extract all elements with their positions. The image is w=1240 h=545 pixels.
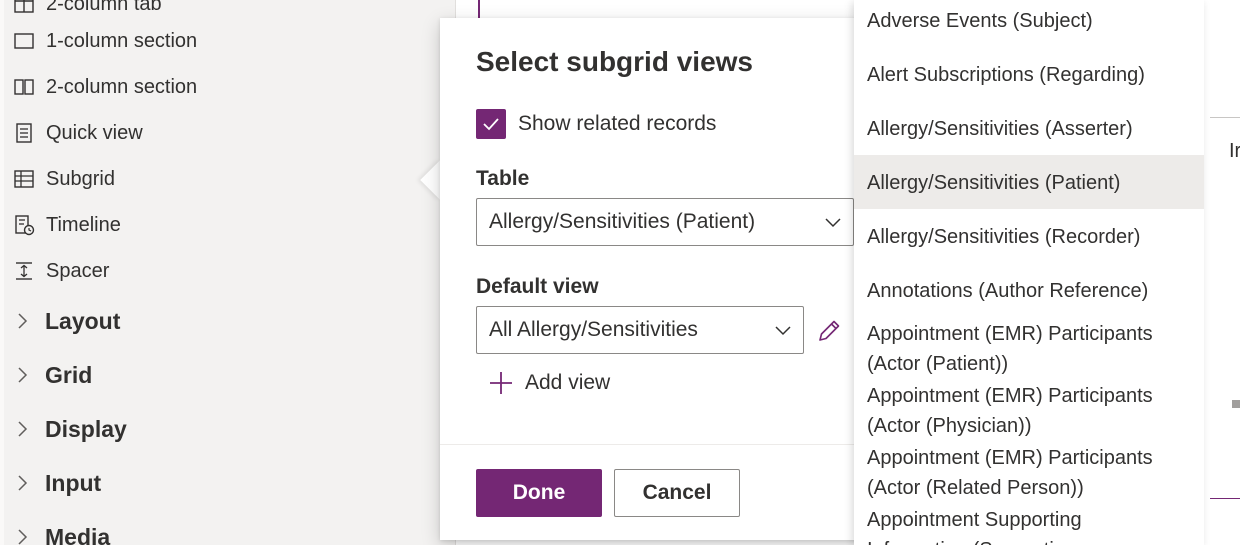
done-button[interactable]: Done	[476, 469, 602, 517]
default-view-value: All Allergy/Sensitivities	[489, 318, 698, 341]
option-label: Allergy/Sensitivities (Patient)	[867, 172, 1121, 194]
chevron-right-icon	[16, 473, 30, 493]
component-2-column-section[interactable]: 2-column section	[12, 73, 197, 101]
component-label: 2-column section	[46, 75, 198, 98]
component-label: Quick view	[46, 121, 143, 144]
table-dropdown-list: Adverse Events (Subject) Alert Subscript…	[854, 0, 1204, 545]
group-label: Layout	[45, 307, 121, 334]
group-layout[interactable]: Layout	[16, 305, 120, 337]
form-divider	[1210, 117, 1240, 118]
components-panel: 2-column tab 1-column section 2-column s…	[0, 0, 425, 545]
group-display[interactable]: Display	[16, 413, 127, 445]
component-1-column-section[interactable]: 1-column section	[12, 27, 197, 55]
clipped-form-text: Ir	[1229, 140, 1240, 162]
edit-pencil-icon[interactable]	[816, 318, 842, 344]
component-label: Spacer	[46, 259, 110, 282]
dropdown-option[interactable]: Adverse Events (Subject)	[854, 6, 1204, 36]
timeline-icon	[12, 214, 36, 236]
dropdown-option[interactable]: Annotations (Author Reference)	[854, 276, 1204, 306]
chevron-right-icon	[16, 527, 30, 545]
dropdown-option[interactable]: Alert Subscriptions (Regarding)	[854, 60, 1204, 90]
option-label: Appointment Supporting Information (Supp…	[867, 509, 1082, 545]
subgrid-views-dialog: Select subgrid views Show related record…	[440, 18, 870, 540]
cancel-button[interactable]: Cancel	[614, 469, 740, 517]
component-label: Subgrid	[46, 167, 115, 190]
option-label: Appointment (EMR) Participants (Actor (R…	[867, 447, 1153, 499]
group-label: Media	[45, 523, 111, 545]
chevron-right-icon	[16, 365, 30, 385]
group-grid[interactable]: Grid	[16, 359, 92, 391]
component-spacer[interactable]: Spacer	[12, 257, 109, 285]
show-related-checkbox[interactable]	[476, 109, 506, 139]
component-label: 1-column section	[46, 29, 198, 52]
component-label: 2-column tab	[46, 0, 162, 15]
checkmark-icon	[483, 118, 499, 131]
two-column-section-icon	[12, 76, 36, 98]
group-label: Grid	[45, 361, 93, 388]
chevron-right-icon	[16, 311, 30, 331]
group-label: Input	[45, 469, 102, 496]
option-label: Annotations (Author Reference)	[867, 280, 1149, 302]
dropdown-option[interactable]: Appointment Supporting Information (Supp…	[854, 505, 1184, 545]
group-label: Display	[45, 415, 127, 442]
dropdown-option[interactable]: Appointment (EMR) Participants (Actor (P…	[854, 319, 1184, 379]
quick-view-icon	[12, 122, 36, 144]
component-timeline[interactable]: Timeline	[12, 211, 121, 239]
chevron-down-icon	[775, 326, 791, 336]
form-field-underline	[1210, 498, 1240, 499]
chevron-down-icon	[825, 218, 841, 228]
dropdown-option[interactable]: Appointment (EMR) Participants (Actor (R…	[854, 443, 1184, 503]
option-label: Allergy/Sensitivities (Recorder)	[867, 226, 1141, 248]
default-view-label: Default view	[476, 275, 599, 298]
subgrid-icon	[12, 168, 36, 190]
selected-section-marker	[478, 0, 480, 18]
default-view-select[interactable]: All Allergy/Sensitivities	[476, 306, 804, 354]
option-label: Alert Subscriptions (Regarding)	[867, 64, 1145, 86]
group-input[interactable]: Input	[16, 467, 101, 499]
scrollbar-thumb[interactable]	[1232, 400, 1240, 408]
dialog-footer-divider	[440, 444, 870, 445]
option-label: Appointment (EMR) Participants (Actor (P…	[867, 385, 1153, 437]
option-label: Adverse Events (Subject)	[867, 10, 1093, 32]
add-view-label: Add view	[525, 371, 611, 394]
table-select[interactable]: Allergy/Sensitivities (Patient)	[476, 198, 854, 246]
dropdown-option[interactable]: Allergy/Sensitivities (Asserter)	[854, 114, 1204, 144]
component-quick-view[interactable]: Quick view	[12, 119, 143, 147]
panel-edge	[0, 0, 4, 545]
component-subgrid[interactable]: Subgrid	[12, 165, 115, 193]
tab-icon	[12, 0, 36, 15]
show-related-label[interactable]: Show related records	[518, 112, 716, 136]
component-label: Timeline	[46, 213, 121, 236]
dropdown-option[interactable]: Allergy/Sensitivities (Recorder)	[854, 222, 1204, 252]
option-label: Appointment (EMR) Participants (Actor (P…	[867, 323, 1153, 375]
group-media[interactable]: Media	[16, 521, 110, 545]
dropdown-option[interactable]: Appointment (EMR) Participants (Actor (P…	[854, 381, 1184, 441]
dialog-title: Select subgrid views	[476, 46, 753, 77]
chevron-right-icon	[16, 419, 30, 439]
add-view-button[interactable]: Add view	[488, 368, 610, 398]
option-label: Allergy/Sensitivities (Asserter)	[867, 118, 1133, 140]
table-select-value: Allergy/Sensitivities (Patient)	[489, 210, 756, 233]
spacer-icon	[12, 260, 36, 282]
one-column-section-icon	[12, 30, 36, 52]
component-2-column-tab[interactable]: 2-column tab	[12, 0, 162, 18]
dropdown-option-selected[interactable]: Allergy/Sensitivities (Patient)	[854, 155, 1204, 209]
table-label: Table	[476, 167, 530, 190]
plus-icon	[490, 372, 512, 394]
